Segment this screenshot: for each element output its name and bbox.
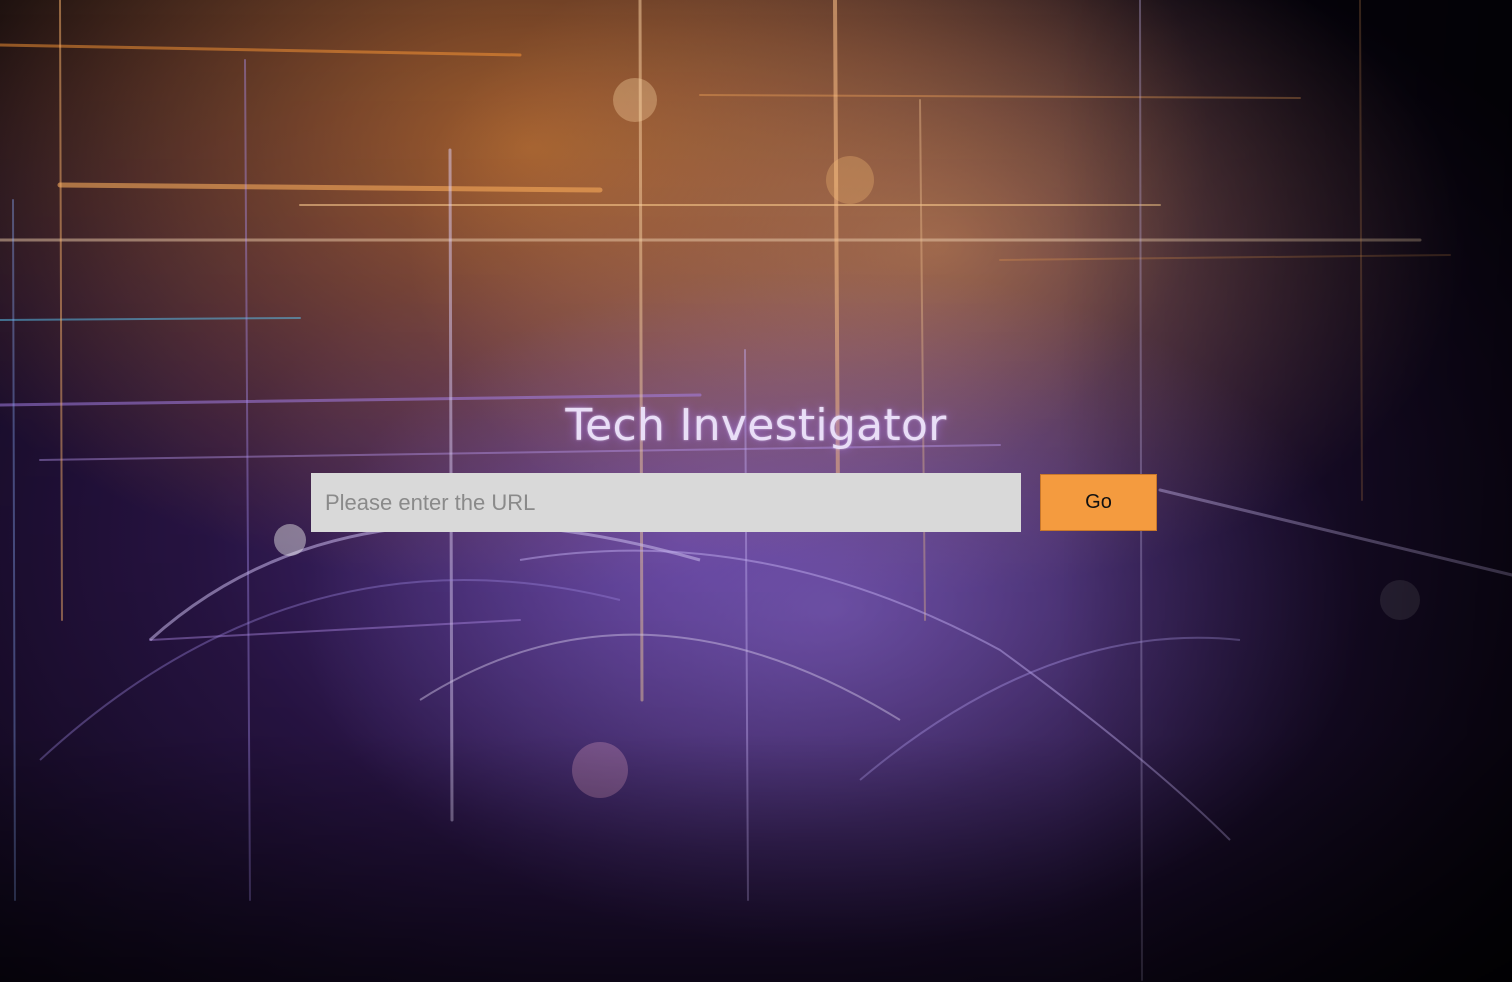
page: Tech Investigator Go bbox=[0, 0, 1512, 982]
main-content: Tech Investigator Go bbox=[0, 0, 1512, 982]
url-input[interactable] bbox=[311, 473, 1021, 532]
page-title: Tech Investigator bbox=[565, 400, 947, 451]
go-button[interactable]: Go bbox=[1040, 474, 1157, 531]
